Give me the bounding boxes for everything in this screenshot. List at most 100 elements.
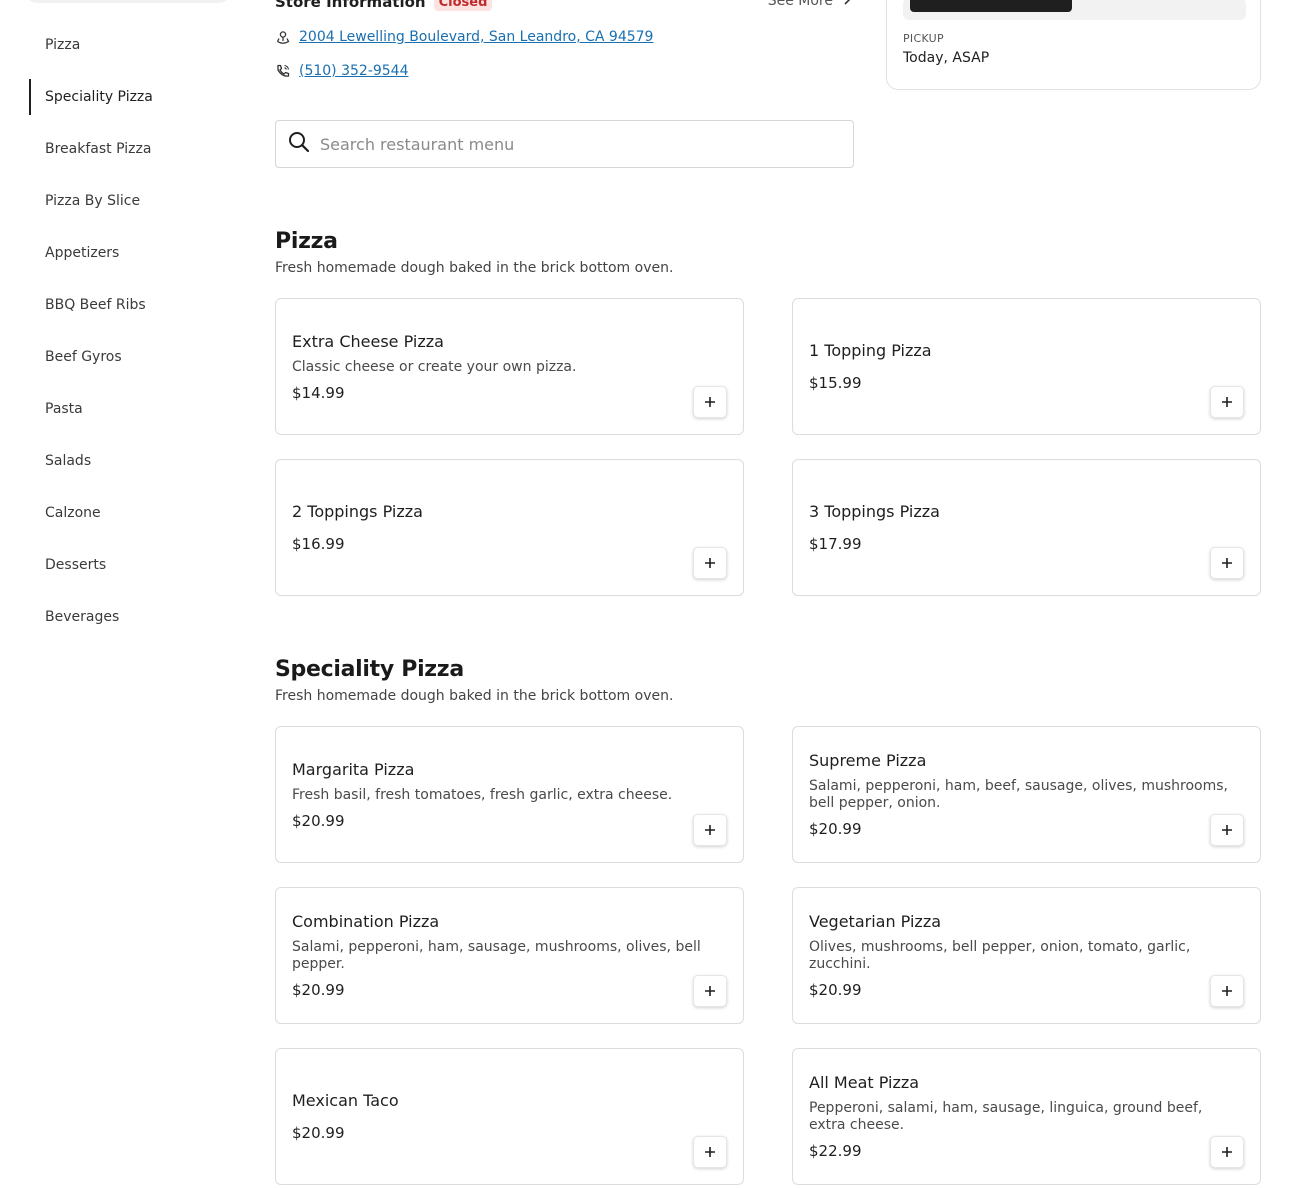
sidebar-item-beverages[interactable]: Beverages bbox=[29, 591, 239, 643]
section-title: Speciality Pizza bbox=[275, 657, 464, 682]
add-item-button[interactable] bbox=[1210, 1136, 1244, 1168]
item-name: Supreme Pizza bbox=[809, 751, 927, 770]
menu-item-card[interactable]: Supreme Pizza Salami, pepperoni, ham, bee… bbox=[792, 726, 1261, 863]
item-description: Salami, pepperoni, ham, sausage, mushroo… bbox=[292, 939, 701, 972]
item-description: Olives, mushrooms, bell pepper, onion, t… bbox=[809, 939, 1191, 972]
item-name: 2 Toppings Pizza bbox=[292, 502, 423, 521]
menu-item-card[interactable]: Margarita Pizza Fresh basil, fresh tomato… bbox=[275, 726, 744, 863]
add-item-button[interactable] bbox=[693, 975, 727, 1007]
order-mode-card: PICKUP Today, ASAP bbox=[886, 0, 1261, 90]
menu-item-card[interactable]: 1 Topping Pizza $15.99 bbox=[792, 298, 1261, 435]
menu-item-card[interactable]: Vegetarian Pizza Olives, mushrooms, bell … bbox=[792, 887, 1261, 1024]
sidebar-item-breakfast-pizza[interactable]: Breakfast Pizza bbox=[29, 123, 239, 175]
section-description: Fresh homemade dough baked in the brick … bbox=[275, 260, 674, 276]
menu-item-card[interactable]: All Meat Pizza Pepperoni, salami, ham, sa… bbox=[792, 1048, 1261, 1185]
section-description: Fresh homemade dough baked in the brick … bbox=[275, 688, 674, 704]
item-price: $20.99 bbox=[809, 981, 862, 999]
sidebar-item-beef-gyros[interactable]: Beef Gyros bbox=[29, 331, 239, 383]
plus-icon bbox=[704, 396, 716, 408]
see-more-link[interactable]: See More bbox=[768, 0, 851, 9]
add-item-button[interactable] bbox=[693, 1136, 727, 1168]
menu-item-grid: Margarita Pizza Fresh basil, fresh tomato… bbox=[275, 726, 1261, 1185]
search-input[interactable] bbox=[320, 134, 820, 154]
plus-icon bbox=[1221, 824, 1233, 836]
item-description: Fresh basil, fresh tomatoes, fresh garli… bbox=[292, 786, 673, 803]
order-mode-toggle[interactable] bbox=[903, 0, 1246, 20]
sidebar-item-desserts[interactable]: Desserts bbox=[29, 539, 239, 591]
item-price: $20.99 bbox=[292, 981, 345, 999]
item-name: 3 Toppings Pizza bbox=[809, 502, 940, 521]
phone-row: (510) 352-9544 bbox=[275, 63, 409, 79]
menu-item-card[interactable]: Extra Cheese Pizza Classic cheese or crea… bbox=[275, 298, 744, 435]
item-price: $20.99 bbox=[292, 1124, 345, 1142]
sidebar-item-pasta[interactable]: Pasta bbox=[29, 383, 239, 435]
menu-item-grid: Extra Cheese Pizza Classic cheese or crea… bbox=[275, 298, 1261, 596]
plus-icon bbox=[1221, 985, 1233, 997]
item-name: Mexican Taco bbox=[292, 1091, 399, 1110]
plus-icon bbox=[704, 1146, 716, 1158]
pickup-time[interactable]: Today, ASAP bbox=[903, 50, 989, 66]
menu-item-card[interactable]: 2 Toppings Pizza $16.99 bbox=[275, 459, 744, 596]
plus-icon bbox=[1221, 557, 1233, 569]
menu-section-pizza: Pizza Fresh homemade dough baked in the … bbox=[275, 229, 1261, 596]
item-description: Pepperoni, salami, ham, sausage, linguic… bbox=[809, 1100, 1203, 1133]
store-info-title: Store Information bbox=[275, 0, 426, 11]
restaurant-menu-page: Pizza Speciality Pizza Breakfast Pizza Pizz… bbox=[0, 0, 1290, 1188]
item-name: Extra Cheese Pizza bbox=[292, 331, 444, 351]
address-row: 2004 Lewelling Boulevard, San Leandro, C… bbox=[275, 29, 653, 45]
add-item-button[interactable] bbox=[693, 814, 727, 846]
item-name: Margarita Pizza bbox=[292, 759, 415, 779]
pickup-label: PICKUP bbox=[903, 32, 944, 45]
item-name: Vegetarian Pizza bbox=[809, 912, 942, 931]
menu-item-card[interactable]: Combination Pizza Salami, pepperoni, ham,… bbox=[275, 887, 744, 1024]
item-name: All Meat Pizza bbox=[809, 1073, 920, 1092]
phone-link[interactable]: (510) 352-9544 bbox=[299, 63, 409, 79]
item-price: $14.99 bbox=[292, 383, 345, 402]
chevron-right-icon bbox=[843, 0, 851, 9]
add-item-button[interactable] bbox=[1210, 386, 1244, 418]
menu-item-card[interactable]: 3 Toppings Pizza $17.99 bbox=[792, 459, 1261, 596]
search-icon bbox=[288, 131, 310, 157]
plus-icon bbox=[704, 985, 716, 997]
address-link[interactable]: 2004 Lewelling Boulevard, San Leandro, C… bbox=[299, 29, 653, 45]
see-more-label: See More bbox=[767, 0, 833, 9]
item-price: $20.99 bbox=[809, 820, 862, 838]
item-price: $16.99 bbox=[292, 535, 345, 553]
category-list: Pizza Speciality Pizza Breakfast Pizza Pizz… bbox=[29, 19, 239, 643]
sidebar-item-pizza-by-slice[interactable]: Pizza By Slice bbox=[29, 175, 239, 227]
store-info-header: Store Information Closed See More bbox=[275, 0, 855, 13]
section-title: Pizza bbox=[275, 229, 338, 254]
menu-section-speciality-pizza: Speciality Pizza Fresh homemade dough ba… bbox=[275, 657, 1261, 1185]
sidebar-item-calzone[interactable]: Calzone bbox=[29, 487, 239, 539]
item-description: Salami, pepperoni, ham, beef, sausage, o… bbox=[809, 778, 1228, 811]
phone-icon bbox=[275, 63, 291, 79]
sidebar-top-control[interactable] bbox=[28, 0, 228, 3]
sidebar-item-pizza[interactable]: Pizza bbox=[29, 19, 239, 71]
item-name: 1 Topping Pizza bbox=[809, 341, 932, 360]
plus-icon bbox=[1221, 396, 1233, 408]
category-sidebar: Pizza Speciality Pizza Breakfast Pizza Pizz… bbox=[0, 0, 260, 1188]
item-description: Classic cheese or create your own pizza. bbox=[292, 358, 577, 375]
item-name: Combination Pizza bbox=[292, 912, 440, 931]
add-item-button[interactable] bbox=[693, 547, 727, 579]
plus-icon bbox=[704, 557, 716, 569]
item-price: $22.99 bbox=[809, 1142, 862, 1160]
sidebar-item-appetizers[interactable]: Appetizers bbox=[29, 227, 239, 279]
sidebar-item-salads[interactable]: Salads bbox=[29, 435, 239, 487]
sidebar-item-bbq-beef-ribs[interactable]: BBQ Beef Ribs bbox=[29, 279, 239, 331]
menu-item-card[interactable]: Mexican Taco $20.99 bbox=[275, 1048, 744, 1185]
sidebar-item-speciality-pizza[interactable]: Speciality Pizza bbox=[29, 79, 239, 115]
order-mode-toggle-active[interactable] bbox=[910, 0, 1072, 12]
status-badge: Closed bbox=[433, 0, 493, 11]
add-item-button[interactable] bbox=[1210, 975, 1244, 1007]
add-item-button[interactable] bbox=[1210, 814, 1244, 846]
add-item-button[interactable] bbox=[1210, 547, 1244, 579]
item-price: $17.99 bbox=[809, 535, 862, 553]
plus-icon bbox=[704, 824, 716, 836]
location-pin-icon bbox=[275, 29, 291, 45]
add-item-button[interactable] bbox=[693, 386, 727, 418]
item-price: $15.99 bbox=[809, 374, 862, 392]
menu-search-box[interactable] bbox=[275, 120, 854, 168]
plus-icon bbox=[1221, 1146, 1233, 1158]
item-price: $20.99 bbox=[292, 811, 345, 830]
